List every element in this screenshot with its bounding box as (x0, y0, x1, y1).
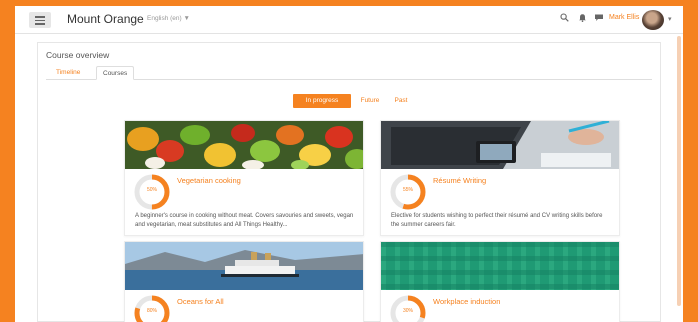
caret-down-icon[interactable]: ▾ (668, 15, 672, 23)
search-icon[interactable] (560, 13, 569, 25)
course-description: Elective for students wishing to perfect… (391, 213, 603, 228)
progress-percent: 55% (402, 187, 413, 193)
progress-chart: 55% (389, 173, 427, 211)
tab-courses[interactable]: Courses (96, 66, 135, 80)
scrollbar-thumb[interactable] (677, 36, 681, 306)
block-title: Course overview (46, 50, 110, 60)
bell-icon[interactable] (578, 13, 587, 25)
steamboat-image[interactable] (125, 242, 363, 290)
filter-in-progress[interactable]: In progress (293, 94, 351, 108)
vegetables-image[interactable] (125, 121, 363, 169)
progress-percent: 30% (402, 308, 413, 314)
user-name[interactable]: Mark Ellis (609, 14, 639, 21)
course-title[interactable]: Oceans for All (177, 297, 224, 306)
course-card[interactable]: 50% Vegetarian cooking A beginner's cour… (124, 120, 364, 236)
filter-future[interactable]: Future (355, 94, 385, 108)
filter-past[interactable]: Past (389, 94, 413, 108)
navbar: Mount Orange English (en) ▼ Mark Ellis ▾ (15, 6, 683, 34)
progress-percent: 50% (146, 187, 157, 193)
laptop-image[interactable] (381, 121, 619, 169)
course-card[interactable]: 30% Workplace induction (380, 241, 620, 322)
tab-bar: Timeline Courses (46, 64, 652, 80)
course-card[interactable]: 80% Oceans for All (124, 241, 364, 322)
tab-timeline[interactable]: Timeline (50, 66, 86, 80)
course-card[interactable]: 55% Résumé Writing Elective for students… (380, 120, 620, 236)
course-title[interactable]: Résumé Writing (433, 176, 486, 185)
progress-chart: 80% (133, 294, 171, 322)
progress-chart: 30% (389, 294, 427, 322)
course-title[interactable]: Workplace induction (433, 297, 500, 306)
menu-icon[interactable] (29, 12, 51, 28)
browser-frame: Mount Orange English (en) ▼ Mark Ellis ▾… (15, 6, 683, 322)
language-menu[interactable]: English (en) ▼ (147, 15, 190, 22)
course-title[interactable]: Vegetarian cooking (177, 176, 241, 185)
message-icon[interactable] (594, 13, 604, 25)
progress-chart: 50% (133, 173, 171, 211)
avatar[interactable] (642, 10, 664, 30)
progress-percent: 80% (146, 308, 157, 314)
course-description: A beginner's course in cooking without m… (135, 213, 354, 228)
green-pattern-image[interactable] (381, 242, 619, 290)
site-name[interactable]: Mount Orange (67, 12, 144, 26)
course-overview-block: Course overview Timeline Courses In prog… (37, 42, 661, 322)
